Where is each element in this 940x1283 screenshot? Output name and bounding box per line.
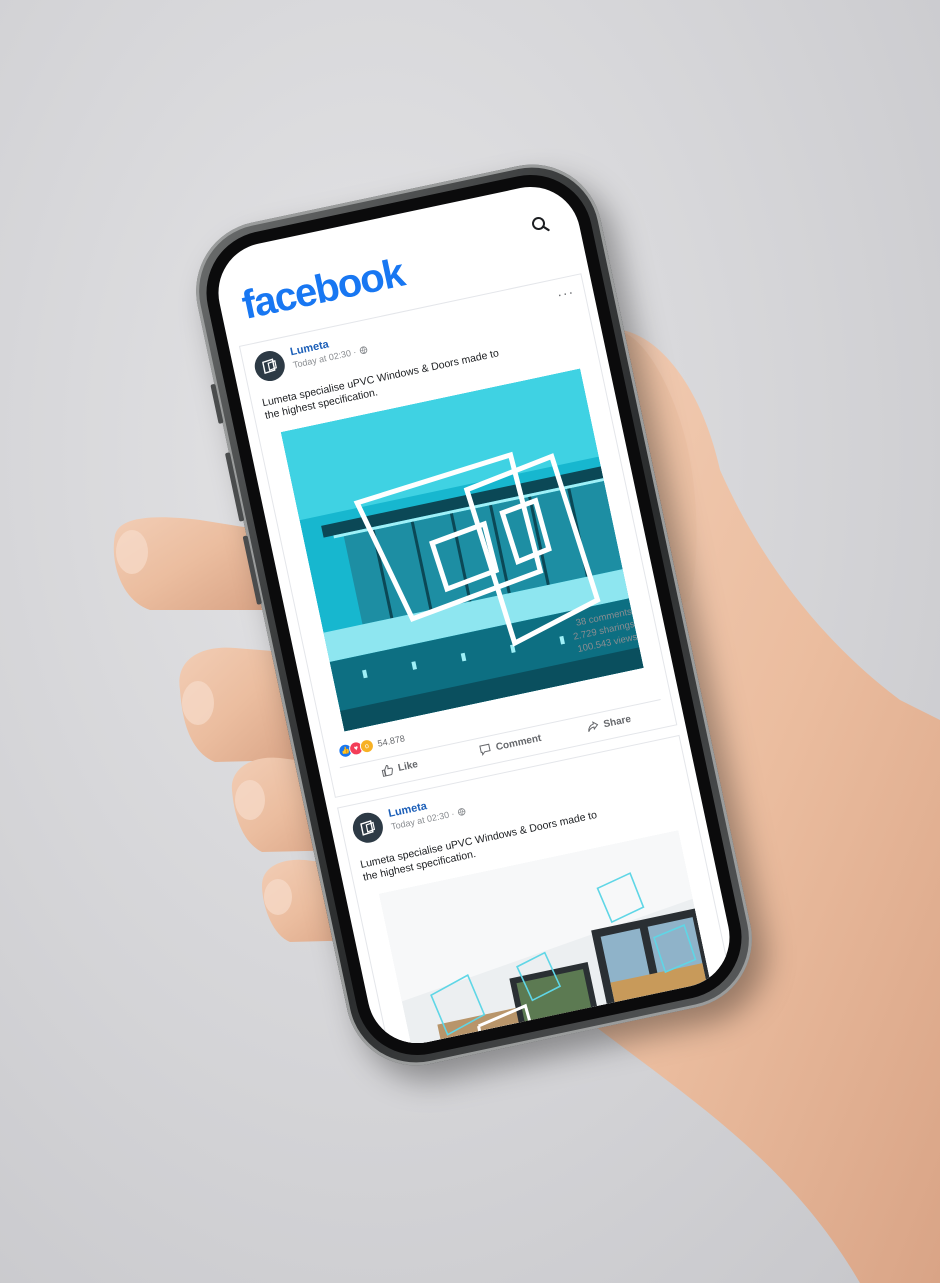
thumb-overlay [0,0,940,1283]
photo-scene: facebook Lumeta Today at 02:30 · ··· Lum… [0,0,940,1283]
